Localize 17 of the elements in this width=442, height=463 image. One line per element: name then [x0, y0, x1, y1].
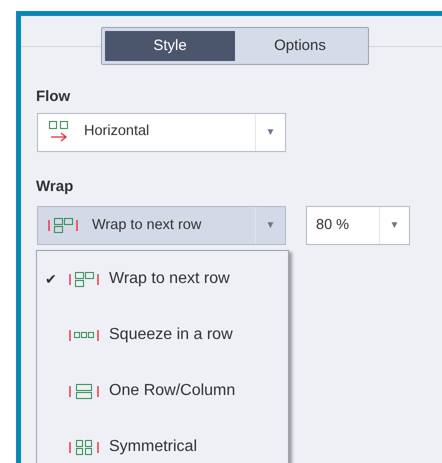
menu-item[interactable]: ✔ Wrap to next row [37, 251, 288, 307]
tab[interactable]: Options [235, 31, 365, 61]
layout-icon [48, 217, 78, 234]
menu-item[interactable]: One Row/Column [37, 363, 288, 419]
layout-icon [69, 270, 99, 288]
field-label: Flow [36, 87, 70, 107]
wrap-dropdown[interactable]: Wrap to next row ▼ [37, 206, 286, 245]
flow-dropdown[interactable]: Horizontal ▼ [37, 112, 286, 152]
menu-item[interactable]: Symmetrical [37, 419, 288, 463]
flow-icon [48, 120, 70, 144]
layout-icon [69, 382, 99, 400]
checkmark-icon: ✔ [45, 270, 57, 286]
percent-dropdown[interactable]: 80 % ▼ [306, 206, 410, 245]
menu-item[interactable]: Squeeze in a row [37, 307, 288, 363]
field-label: Wrap [36, 176, 74, 196]
layout-icon [69, 438, 99, 456]
tab[interactable]: Style [105, 31, 235, 61]
